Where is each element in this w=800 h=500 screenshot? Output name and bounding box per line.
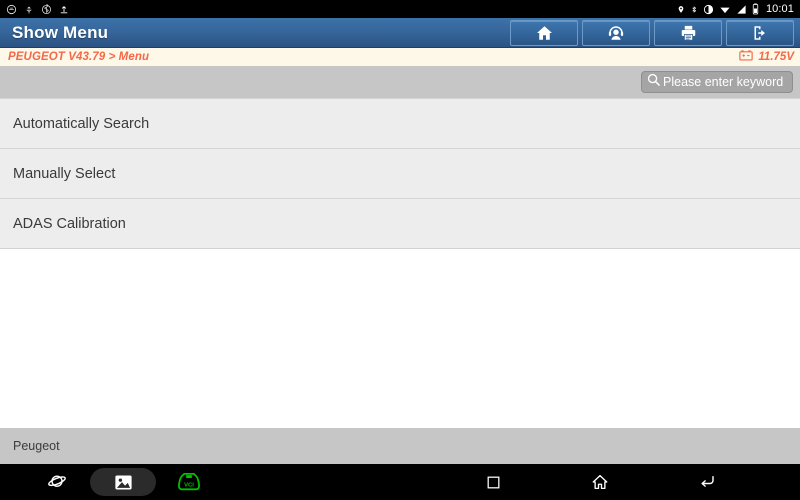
status-bar-right-icons: 10:01	[677, 3, 794, 15]
car-battery-icon	[739, 48, 754, 66]
home-button[interactable]	[510, 19, 578, 46]
planet-icon	[47, 472, 67, 492]
battery-icon	[752, 3, 759, 15]
support-button[interactable]	[582, 19, 650, 46]
app-header: Show Menu	[0, 18, 800, 48]
image-icon	[114, 474, 133, 491]
voltage-indicator: 11.75V	[739, 48, 794, 66]
android-navigation-bar: VCI	[0, 464, 800, 500]
printer-icon	[679, 24, 698, 42]
usb-icon	[24, 4, 34, 15]
status-bar-left-icons	[6, 3, 69, 15]
home-button[interactable]	[583, 469, 617, 495]
search-icon	[646, 72, 661, 92]
search-input[interactable]: Please enter keyword	[641, 71, 793, 93]
menu-item-label: Manually Select	[13, 165, 116, 182]
screen-rotate-icon	[703, 4, 714, 15]
list-item[interactable]: ADAS Calibration	[0, 198, 800, 248]
home-outline-icon	[591, 473, 609, 491]
location-icon	[677, 4, 685, 15]
menu-list: Automatically Search Manually Select ADA…	[0, 98, 800, 249]
breadcrumb: PEUGEOT V43.79 > Menu	[8, 51, 150, 63]
android-status-bar: 10:01	[0, 0, 800, 18]
status-bar-clock: 10:01	[765, 3, 794, 15]
square-icon	[486, 475, 501, 490]
upload-icon	[59, 4, 69, 15]
cellular-signal-icon	[736, 4, 747, 15]
home-icon	[535, 24, 554, 42]
print-button[interactable]	[654, 19, 722, 46]
search-placeholder: Please enter keyword	[663, 75, 784, 89]
page-title: Show Menu	[12, 22, 109, 42]
voltage-value: 11.75V	[758, 51, 794, 63]
headset-person-icon	[606, 24, 626, 42]
browser-button[interactable]	[40, 469, 74, 495]
app-nav-buttons: VCI	[0, 468, 400, 496]
menu-item-label: ADAS Calibration	[13, 215, 126, 232]
search-bar-area: Please enter keyword	[0, 66, 800, 98]
bluetooth-settings-icon	[41, 3, 52, 15]
vci-connector-icon: VCI	[176, 472, 202, 492]
vehicle-label: Peugeot	[13, 439, 60, 453]
vci-status-button[interactable]: VCI	[172, 469, 206, 495]
back-button[interactable]	[690, 469, 724, 495]
wifi-icon	[719, 4, 731, 15]
back-arrow-icon	[698, 474, 716, 490]
tablet-screen: 10:01 Show Menu PEUGEOT V43.79 > Menu 11…	[0, 0, 800, 500]
list-item[interactable]: Automatically Search	[0, 98, 800, 148]
header-toolbar	[510, 19, 794, 46]
list-item[interactable]: Manually Select	[0, 148, 800, 198]
menu-item-label: Automatically Search	[13, 115, 150, 132]
svg-text:VCI: VCI	[184, 482, 194, 488]
footer-bar: Peugeot	[0, 428, 800, 464]
recents-button[interactable]	[476, 469, 510, 495]
screenshot-button[interactable]	[90, 468, 156, 496]
message-icon	[6, 4, 17, 15]
exit-button[interactable]	[726, 19, 794, 46]
bluetooth-icon	[690, 4, 698, 15]
system-nav-buttons	[400, 469, 800, 495]
breadcrumb-bar: PEUGEOT V43.79 > Menu 11.75V	[0, 48, 800, 66]
exit-door-icon	[751, 24, 770, 42]
